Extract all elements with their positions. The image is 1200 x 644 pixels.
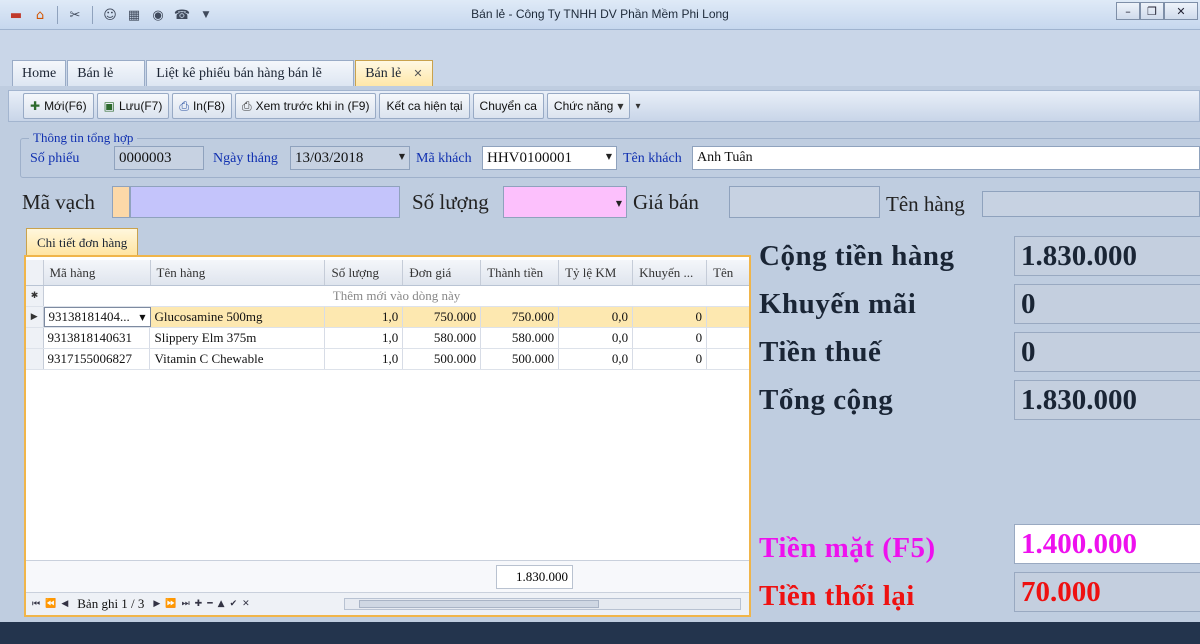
so-phieu-field[interactable]: 0000003 (114, 146, 204, 170)
scrollbar-thumb[interactable] (359, 600, 599, 608)
ma-khach-field[interactable]: HHV0100001 ▼ (482, 146, 617, 170)
record-indicator: Bản ghi 1 / 3 (77, 596, 145, 611)
close-tab-icon[interactable]: ✕ (413, 67, 422, 80)
tab-liet-ke-phieu[interactable]: Liệt kê phiếu bán hàng bán lẽ (146, 60, 355, 86)
thanh-tien-total: 1.830.000 (496, 565, 573, 589)
title-bar: ▬ ⌂ ✂ ☺ ▦ ◉ ☎ ▼ Bán lẻ - Công Ty TNHH DV… (0, 0, 1200, 30)
table-row[interactable]: ▶ 93138181404... ▼ Glucosamine 500mg 1,0… (26, 307, 749, 328)
cancel-record-icon[interactable]: ✕ (242, 599, 250, 609)
tien-mat-label: Tiền mặt (F5) (759, 532, 936, 564)
khuyen-mai-label: Khuyến mãi (759, 288, 917, 320)
last-record-icon[interactable]: ⏭ (182, 599, 190, 609)
table-row[interactable]: 9317155006827 Vitamin C Chewable 1,0 500… (26, 349, 749, 370)
print-button[interactable]: ⎙ In(F8) (172, 93, 232, 119)
gia-ban-field (729, 186, 880, 218)
ten-hang-label: Tên hàng (886, 192, 965, 216)
toolbar: ✚ Mới(F6) ▣ Lưu(F7) ⎙ In(F8) ⎙ Xem trước khi… (8, 90, 1200, 122)
close-shift-button[interactable]: Kết ca hiện tại (379, 93, 470, 119)
tab-chi-tiet-don-hang[interactable]: Chi tiết đơn hàng (26, 228, 139, 256)
add-record-icon[interactable]: ✚ (195, 599, 203, 609)
current-row-icon: ▶ (26, 307, 44, 327)
ma-vach-input[interactable] (130, 186, 400, 218)
so-luong-label: Số lượng (412, 190, 489, 214)
column-header[interactable]: Khuyến ... (633, 260, 708, 285)
new-button[interactable]: ✚ Mới(F6) (23, 93, 94, 119)
ma-vach-marker (112, 186, 130, 218)
order-detail-grid: Mã hàng Tên hàng Số lượng Đơn giá Thành … (24, 255, 751, 617)
add-icon: ✚ (30, 99, 41, 113)
so-luong-input[interactable]: ▼ (503, 186, 627, 218)
document-tabs: Home Bán lẻ Liệt kê phiếu bán hàng bán l… (12, 60, 434, 86)
next-record-icon[interactable]: ▶ (153, 599, 160, 609)
printer-icon: ⎙ (179, 98, 189, 113)
chevron-down-icon[interactable]: ▼ (616, 199, 622, 208)
tab-strip: Home Bán lẻ Liệt kê phiếu bán hàng bán l… (0, 30, 1200, 86)
column-header[interactable]: Đơn giá (403, 260, 482, 285)
column-header[interactable]: Tên (707, 260, 749, 285)
window-title: Bán lẻ - Công Ty TNHH DV Phần Mềm Phi Lo… (471, 7, 729, 21)
tab-ban-le[interactable]: Bán lẻ (67, 60, 146, 86)
ten-khach-field[interactable]: Anh Tuân (692, 146, 1200, 170)
ngay-thang-field[interactable]: 13/03/2018 ▼ (290, 146, 410, 170)
row-indicator-header (26, 260, 44, 285)
tien-thue-value: 0 (1014, 332, 1200, 372)
column-header[interactable]: Tỷ lệ KM (559, 260, 634, 285)
prev-page-icon[interactable]: ⏪ (45, 599, 56, 609)
grid-navigator: ⏮ ⏪ ◀ Bản ghi 1 / 3 ▶ ⏩ ⏭ ✚ ━ ▲ ✔ ✕ (26, 592, 749, 615)
ten-khach-label: Tên khách (623, 151, 682, 166)
window-controls: – ❐ ✕ (1116, 2, 1198, 20)
cong-tien-hang-value: 1.830.000 (1014, 236, 1200, 276)
table-row[interactable]: 9313818140631 Slippery Elm 375m 1,0 580.… (26, 328, 749, 349)
column-header[interactable]: Tên hàng (151, 260, 326, 285)
column-header[interactable]: Số lượng (325, 260, 404, 285)
tong-cong-value: 1.830.000 (1014, 380, 1200, 420)
chevron-down-icon[interactable]: ▼ (399, 152, 405, 161)
tien-mat-input[interactable]: 1.400.000 (1014, 524, 1200, 564)
tien-thoi-lai-label: Tiền thối lại (759, 580, 915, 612)
restore-icon[interactable]: ❐ (1140, 2, 1164, 20)
group-legend: Thông tin tổng hợp (29, 130, 138, 146)
tab-ban-le-active[interactable]: Bán lẻ ✕ (355, 60, 433, 86)
chevron-down-icon[interactable]: ▼ (606, 152, 612, 161)
ma-khach-label: Mã khách (416, 151, 472, 166)
column-header[interactable]: Thành tiền (481, 260, 560, 285)
ngay-thang-label: Ngày tháng (213, 151, 278, 166)
edit-record-icon[interactable]: ▲ (218, 599, 225, 609)
horizontal-scrollbar[interactable] (344, 598, 741, 610)
tien-thoi-lai-value: 70.000 (1014, 572, 1200, 612)
close-window-icon[interactable]: ✕ (1164, 2, 1198, 20)
next-page-icon[interactable]: ⏩ (165, 599, 176, 609)
new-row[interactable]: ✱ Thêm mới vào dòng này (26, 286, 749, 307)
save-record-icon[interactable]: ✔ (230, 599, 238, 609)
preview-printer-icon: ⎙ (241, 98, 252, 113)
prev-record-icon[interactable]: ◀ (61, 599, 68, 609)
tong-cong-label: Tổng cộng (759, 384, 894, 416)
ma-vach-label: Mã vạch (22, 190, 95, 214)
functions-dropdown[interactable]: Chức năng ▼ (546, 93, 631, 119)
gia-ban-label: Giá bán (633, 190, 699, 214)
chevron-down-icon[interactable]: ▼ (139, 313, 145, 322)
save-icon: ▣ (103, 99, 115, 113)
grid-footer: 1.830.000 (26, 560, 749, 592)
status-bar (0, 622, 1200, 644)
toolbar-overflow-icon[interactable]: ▾ (635, 101, 640, 112)
minimize-icon[interactable]: – (1116, 2, 1140, 20)
preview-button[interactable]: ⎙ Xem trước khi in (F9) (234, 93, 377, 119)
transfer-shift-button[interactable]: Chuyển ca (472, 93, 544, 119)
tien-thue-label: Tiền thuế (759, 336, 882, 368)
new-row-icon: ✱ (26, 286, 44, 306)
so-phieu-label: Số phiếu (30, 151, 80, 166)
column-header[interactable]: Mã hàng (44, 260, 151, 285)
ten-hang-field (982, 191, 1200, 217)
cong-tien-hang-label: Cộng tiền hàng (759, 240, 955, 272)
delete-record-icon[interactable]: ━ (207, 599, 212, 609)
tab-home[interactable]: Home (12, 60, 67, 86)
grid-header: Mã hàng Tên hàng Số lượng Đơn giá Thành … (26, 260, 749, 286)
save-button[interactable]: ▣ Lưu(F7) (96, 93, 170, 119)
chevron-down-icon: ▼ (617, 101, 624, 111)
first-record-icon[interactable]: ⏮ (32, 599, 40, 609)
khuyen-mai-value: 0 (1014, 284, 1200, 324)
